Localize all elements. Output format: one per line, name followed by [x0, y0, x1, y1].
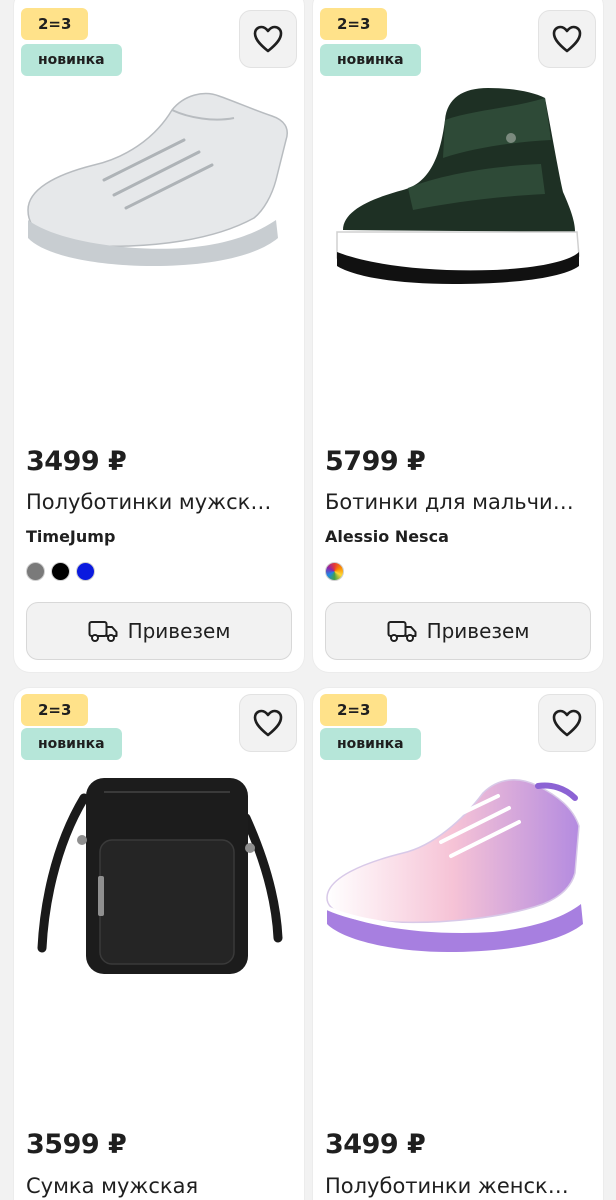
- product-image[interactable]: [14, 70, 304, 320]
- promo-badge: 2=3: [21, 8, 89, 40]
- color-swatches: [325, 562, 344, 581]
- product-price: 3499 ₽: [325, 1129, 426, 1160]
- heart-icon: [552, 25, 582, 53]
- product-card[interactable]: 2=3 новинка 3499 ₽ Полуботинки мужск… Ti…: [14, 0, 304, 672]
- product-price: 5799 ₽: [325, 446, 426, 477]
- product-price: 3599 ₽: [26, 1129, 127, 1160]
- favorite-button[interactable]: [538, 694, 596, 752]
- boot-dark-green-icon: [336, 88, 580, 284]
- product-brand[interactable]: Alessio Nesca: [325, 527, 449, 546]
- color-swatch-gray[interactable]: [26, 562, 45, 581]
- truck-icon: [88, 621, 118, 642]
- product-price: 3499 ₽: [26, 446, 127, 477]
- promo-badge: 2=3: [320, 694, 388, 726]
- deliver-label: Привезем: [127, 619, 231, 643]
- shoulder-bag-icon: [37, 778, 283, 974]
- color-swatch-black[interactable]: [51, 562, 70, 581]
- deliver-label: Привезем: [426, 619, 530, 643]
- favorite-button[interactable]: [239, 694, 297, 752]
- sneaker-pink-icon: [326, 779, 583, 952]
- product-title[interactable]: Полуботинки женск…: [325, 1174, 591, 1198]
- favorite-button[interactable]: [538, 10, 596, 68]
- product-image[interactable]: [313, 70, 603, 320]
- product-card[interactable]: 2=3 новинка 3499 ₽ Полуботинки женск…: [313, 688, 603, 1200]
- product-title[interactable]: Полуботинки мужск…: [26, 490, 292, 514]
- deliver-button[interactable]: Привезем: [325, 602, 591, 660]
- deliver-button[interactable]: Привезем: [26, 602, 292, 660]
- product-image[interactable]: [14, 748, 304, 998]
- product-card[interactable]: 2=3 новинка 3599 ₽ Сумка мужская: [14, 688, 304, 1200]
- product-image[interactable]: [313, 748, 603, 998]
- product-title[interactable]: Сумка мужская: [26, 1174, 292, 1198]
- color-swatch-blue[interactable]: [76, 562, 95, 581]
- product-brand[interactable]: TimeJump: [26, 527, 115, 546]
- heart-icon: [253, 25, 283, 53]
- truck-icon: [387, 621, 417, 642]
- heart-icon: [552, 709, 582, 737]
- promo-badge: 2=3: [320, 8, 388, 40]
- product-card[interactable]: 2=3 новинка 5799 ₽ Ботинки для мальчи… A…: [313, 0, 603, 672]
- favorite-button[interactable]: [239, 10, 297, 68]
- product-title[interactable]: Ботинки для мальчи…: [325, 490, 591, 514]
- sneaker-gray-icon: [27, 92, 288, 266]
- color-swatches: [26, 562, 95, 581]
- promo-badge: 2=3: [21, 694, 89, 726]
- heart-icon: [253, 709, 283, 737]
- product-grid: 2=3 новинка 3499 ₽ Полуботинки мужск… Ti…: [0, 0, 616, 1200]
- color-swatch-multicolor[interactable]: [325, 562, 344, 581]
